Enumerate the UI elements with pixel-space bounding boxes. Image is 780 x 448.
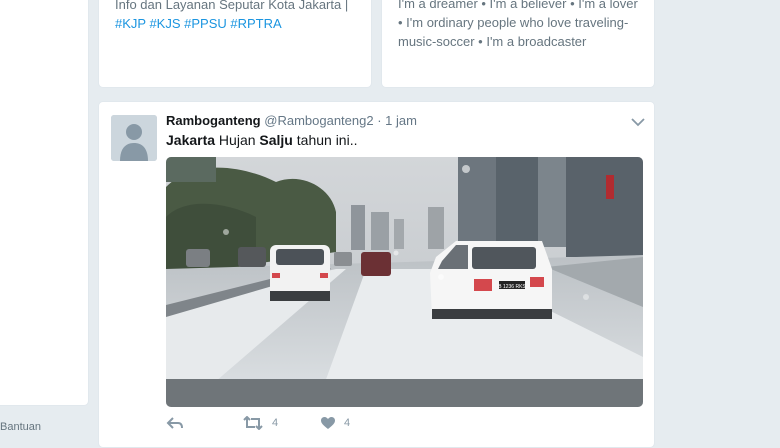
timestamp[interactable]: 1 jam xyxy=(385,113,417,128)
bio-line: • I'm ordinary people who love traveling… xyxy=(398,15,629,30)
like-button[interactable]: 4 xyxy=(320,416,350,430)
profile-card-left[interactable]: Info dan Layanan Seputar Kota Jakarta | … xyxy=(98,0,372,88)
chevron-down-icon[interactable] xyxy=(631,114,645,127)
retweet-icon xyxy=(243,416,263,430)
text-bold: Jakarta xyxy=(166,132,216,148)
help-link[interactable]: Bantuan xyxy=(0,421,41,433)
retweet-button[interactable]: 4 xyxy=(242,416,278,430)
tweet-photo[interactable]: B 1236 RKS xyxy=(166,157,643,407)
user-handle[interactable]: @Ramboganteng2 xyxy=(264,113,373,128)
left-sidebar-card xyxy=(0,0,89,406)
like-count: 4 xyxy=(344,417,351,429)
display-name[interactable]: Ramboganteng xyxy=(166,113,261,128)
reply-icon xyxy=(166,417,183,429)
street-photo: B 1236 RKS xyxy=(166,157,643,407)
profile-bio: I'm a dreamer • I'm a believer • I'm a l… xyxy=(398,0,638,51)
reply-button[interactable] xyxy=(166,416,184,430)
tweet-header: Ramboganteng @Ramboganteng2 · 1 jam xyxy=(166,113,417,128)
tweet-card[interactable]: Ramboganteng @Ramboganteng2 · 1 jam Jaka… xyxy=(98,101,655,448)
license-plate: B 1236 RKS xyxy=(498,284,526,290)
text-bold: Salju xyxy=(259,132,293,148)
tweet-text: Jakarta Hujan Salju tahun ini.. xyxy=(166,132,357,148)
retweet-count: 4 xyxy=(272,417,279,429)
text-plain: Hujan xyxy=(215,132,260,148)
tweet-actions: 4 4 xyxy=(166,416,466,438)
bio-line: I'm a dreamer • I'm a believer • I'm a l… xyxy=(398,0,638,11)
bio-hashtags[interactable]: #KJP #KJS #PPSU #RPTRA xyxy=(115,14,348,33)
profile-card-right[interactable]: I'm a dreamer • I'm a believer • I'm a l… xyxy=(381,0,655,88)
avatar[interactable] xyxy=(111,115,157,161)
separator: · xyxy=(373,113,386,128)
default-avatar-icon xyxy=(111,115,157,161)
heart-icon xyxy=(321,417,335,429)
text-plain: tahun ini.. xyxy=(292,132,358,148)
profile-bio: Info dan Layanan Seputar Kota Jakarta | … xyxy=(115,0,348,33)
bio-line: music-soccer • I'm a broadcaster xyxy=(398,34,587,49)
bio-line: Info dan Layanan Seputar Kota Jakarta | xyxy=(115,0,349,12)
